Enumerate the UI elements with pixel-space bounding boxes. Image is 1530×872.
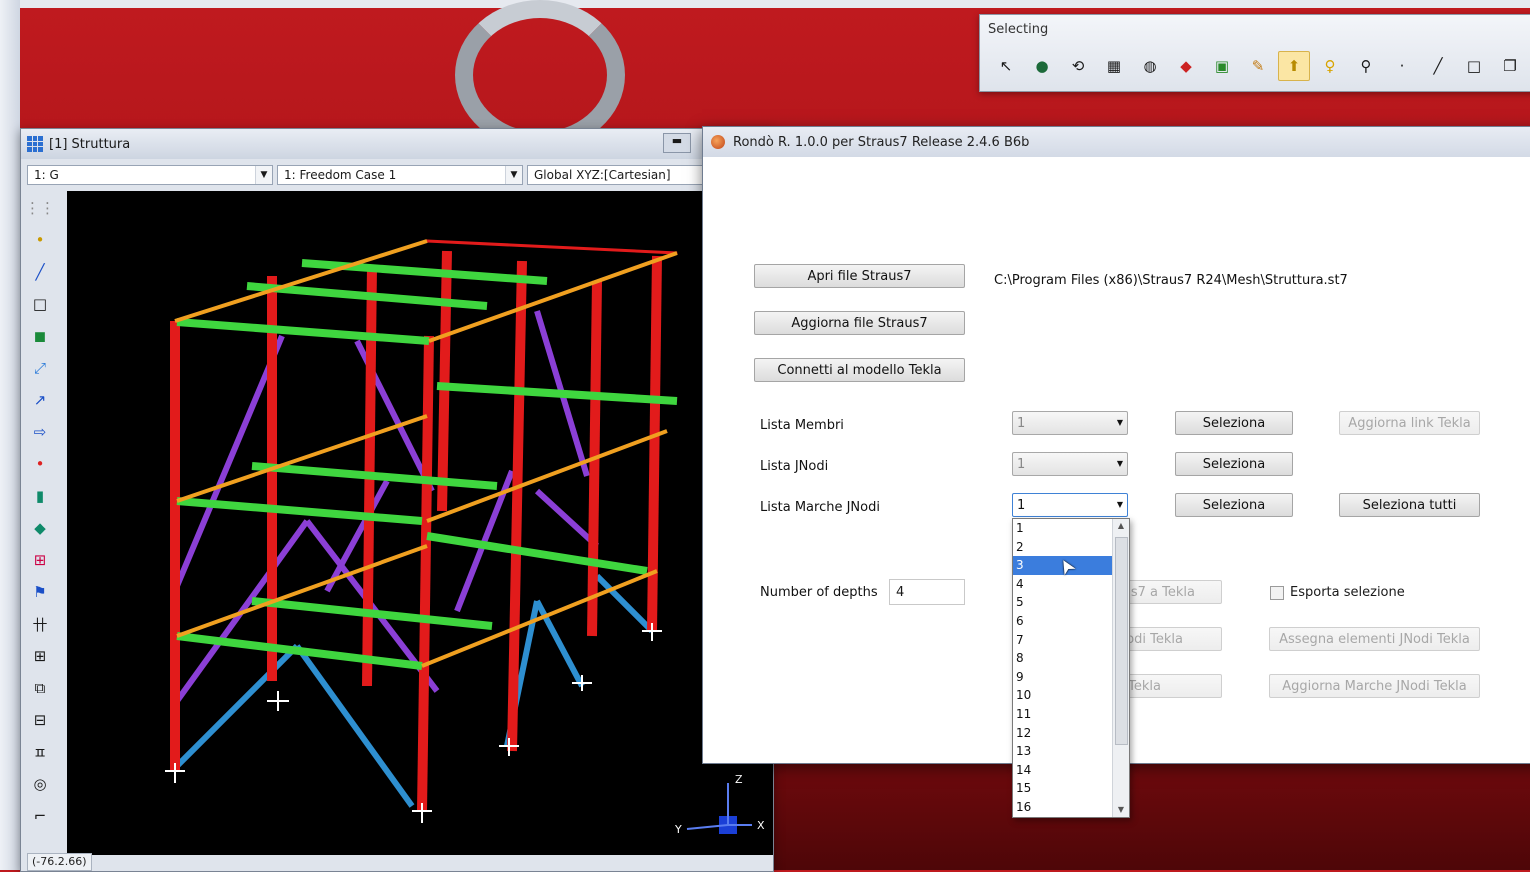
number-of-depths-input[interactable]: 4 <box>889 579 965 605</box>
point-red-icon[interactable]: • <box>25 449 55 479</box>
gem-icon[interactable]: ◆ <box>25 513 55 543</box>
desktop-top-strip <box>0 0 1530 8</box>
export-selection-checkbox[interactable]: Esporta selezione <box>1270 585 1405 600</box>
selecting-toolbar-title: Selecting <box>988 22 1049 37</box>
dialog-titlebar: Rondò R. 1.0.0 per Straus7 Release 2.4.6… <box>703 127 1530 157</box>
lista-jnodi-dropdown[interactable]: 1 ▼ <box>1012 452 1128 476</box>
assembly-icon[interactable]: ⊟ <box>25 705 55 735</box>
assegna-elementi-button[interactable]: Assegna elementi JNodi Tekla <box>1269 627 1480 651</box>
frame-icon[interactable]: ⊞ <box>25 545 55 575</box>
dropdown-scrollbar[interactable]: ▲ ▼ <box>1112 519 1129 817</box>
bulb-up-icon[interactable]: ⬆ <box>1278 51 1310 81</box>
table-icon[interactable]: ⊞ <box>25 641 55 671</box>
box-icon[interactable]: ❐ <box>1494 51 1526 81</box>
arrow-tool-icon[interactable]: ↗ <box>25 385 55 415</box>
freedom-case-combo[interactable]: 1: Freedom Case 1 ▼ <box>277 165 523 185</box>
export-selection-label: Esporta selezione <box>1290 585 1405 600</box>
lista-membri-label: Lista Membri <box>760 418 844 433</box>
beam-icon[interactable]: ╱ <box>25 257 55 287</box>
lista-marche-dropdown[interactable]: 1 ▼ <box>1012 493 1128 517</box>
dialog-title: Rondò R. 1.0.0 per Straus7 Release 2.4.6… <box>733 134 1030 150</box>
point-icon[interactable]: · <box>1386 51 1418 81</box>
lista-jnodi-value: 1 <box>1017 456 1026 472</box>
lista-marche-value: 1 <box>1017 497 1026 513</box>
number-of-depths-label: Number of depths <box>760 585 878 600</box>
chevron-down-icon: ▼ <box>505 166 522 184</box>
desktop-left-strip <box>0 0 20 870</box>
scroll-thumb[interactable] <box>1115 537 1128 745</box>
lista-jnodi-label: Lista JNodi <box>760 459 829 474</box>
scroll-down-icon[interactable]: ▼ <box>1113 803 1129 817</box>
chevron-down-icon: ▼ <box>255 166 272 184</box>
lista-membri-dropdown[interactable]: 1 ▼ <box>1012 411 1128 435</box>
truss-icon[interactable]: 卄 <box>25 609 55 639</box>
model-window-title: [1] Struttura <box>49 136 131 152</box>
mesh-icon[interactable]: ⧉ <box>25 673 55 703</box>
coordinate-system-combo[interactable]: Global XYZ:[Cartesian] <box>527 165 703 185</box>
link-icon[interactable]: ⤢ <box>25 353 55 383</box>
line-icon[interactable]: ╱ <box>1422 51 1454 81</box>
update-straus7-button[interactable]: Aggiorna file Straus7 <box>754 311 965 335</box>
lista-marche-label: Lista Marche JNodi <box>760 500 880 515</box>
status-coordinates: (-76.2.66) <box>27 853 92 871</box>
aggiorna-marche-button[interactable]: Aggiorna Marche JNodi Tekla <box>1269 674 1480 698</box>
axis-z-label: Z <box>735 773 743 786</box>
dots-grid-icon[interactable]: ⋮⋮ <box>25 193 55 223</box>
flag-icon[interactable]: ⚑ <box>25 577 55 607</box>
rectangle-icon[interactable]: □ <box>1458 51 1490 81</box>
axis-y-label: Y <box>675 823 682 836</box>
file-path-text: C:\Program Files (x86)\Straus7 R24\Mesh\… <box>994 273 1348 288</box>
plate-icon[interactable]: □ <box>25 289 55 319</box>
model-window-titlebar: [1] Struttura <box>21 129 773 159</box>
grid-icon[interactable]: ▦ <box>1098 51 1130 81</box>
model-viewport[interactable]: Z X Y <box>67 191 773 855</box>
checkbox-box[interactable] <box>1270 585 1284 600</box>
globe-icon[interactable]: ● <box>1026 51 1058 81</box>
group-combo[interactable]: 1: G ▼ <box>27 165 273 185</box>
aggiorna-link-tekla-button[interactable]: Aggiorna link Tekla <box>1339 411 1480 435</box>
coil-icon[interactable]: ◎ <box>25 769 55 799</box>
freedom-case-value: 1: Freedom Case 1 <box>284 168 397 182</box>
copy-select-icon[interactable]: ▣ <box>1206 51 1238 81</box>
rotate-icon[interactable]: ⟲ <box>1062 51 1094 81</box>
chevron-down-icon: ▼ <box>1116 418 1123 427</box>
brush-icon[interactable]: ✎ <box>1242 51 1274 81</box>
brick-icon[interactable]: ◼ <box>25 321 55 351</box>
minimize-button[interactable]: ▬ <box>663 133 691 153</box>
tower-icon[interactable]: ㅍ <box>25 737 55 767</box>
structure-drawing <box>165 239 752 834</box>
sphere-icon[interactable]: ◍ <box>1134 51 1166 81</box>
left-toolbar: ⋮⋮ • ╱ □ ◼ ⤢ ↗ ⇨ • ▮ ◆ ⊞ ⚑ 卄 ⊞ ⧉ ⊟ ㅍ ◎ ⌐ <box>25 191 63 833</box>
open-straus7-button[interactable]: Apri file Straus7 <box>754 264 965 288</box>
model-combo-row: 1: G ▼ 1: Freedom Case 1 ▼ Global XYZ:[C… <box>27 165 703 185</box>
app-logo-icon <box>711 135 725 149</box>
seleziona-tutti-button[interactable]: Seleziona tutti <box>1339 493 1480 517</box>
axis-x-label: X <box>757 819 765 832</box>
chevron-down-icon: ▼ <box>1116 459 1123 468</box>
node-icon[interactable]: • <box>25 225 55 255</box>
coordinate-system-value: Global XYZ:[Cartesian] <box>534 168 671 182</box>
box-arrow-icon[interactable]: ⇨ <box>25 417 55 447</box>
seleziona-membri-button[interactable]: Seleziona <box>1175 411 1293 435</box>
seleziona-jnodi-button[interactable]: Seleziona <box>1175 452 1293 476</box>
group-combo-value: 1: G <box>34 168 59 182</box>
node-select-icon[interactable]: ◆ <box>1170 51 1202 81</box>
lista-membri-value: 1 <box>1017 415 1026 431</box>
grid-window-icon <box>27 136 43 152</box>
cylinder-icon[interactable]: ▮ <box>25 481 55 511</box>
connect-tekla-button[interactable]: Connetti al modello Tekla <box>754 358 965 382</box>
stair-icon[interactable]: ⌐ <box>25 801 55 831</box>
selecting-toolbar-icons: ↖ ● ⟲ ▦ ◍ ◆ ▣ ✎ ⬆ ♀ ⚲ · ╱ □ ❐ ⤡ <box>990 51 1530 81</box>
pointer-select-icon[interactable]: ↖ <box>990 51 1022 81</box>
bulb-icon[interactable]: ♀ <box>1314 51 1346 81</box>
pin-icon[interactable]: ⚲ <box>1350 51 1382 81</box>
scroll-up-icon[interactable]: ▲ <box>1113 519 1129 533</box>
model-window: [1] Struttura ▬ 1: G ▼ 1: Freedom Case 1… <box>20 128 774 872</box>
seleziona-marche-button[interactable]: Seleziona <box>1175 493 1293 517</box>
selecting-toolbar: Selecting ↖ ● ⟲ ▦ ◍ ◆ ▣ ✎ ⬆ ♀ ⚲ · ╱ □ ❐ … <box>979 14 1530 92</box>
chevron-down-icon: ▼ <box>1116 500 1123 509</box>
